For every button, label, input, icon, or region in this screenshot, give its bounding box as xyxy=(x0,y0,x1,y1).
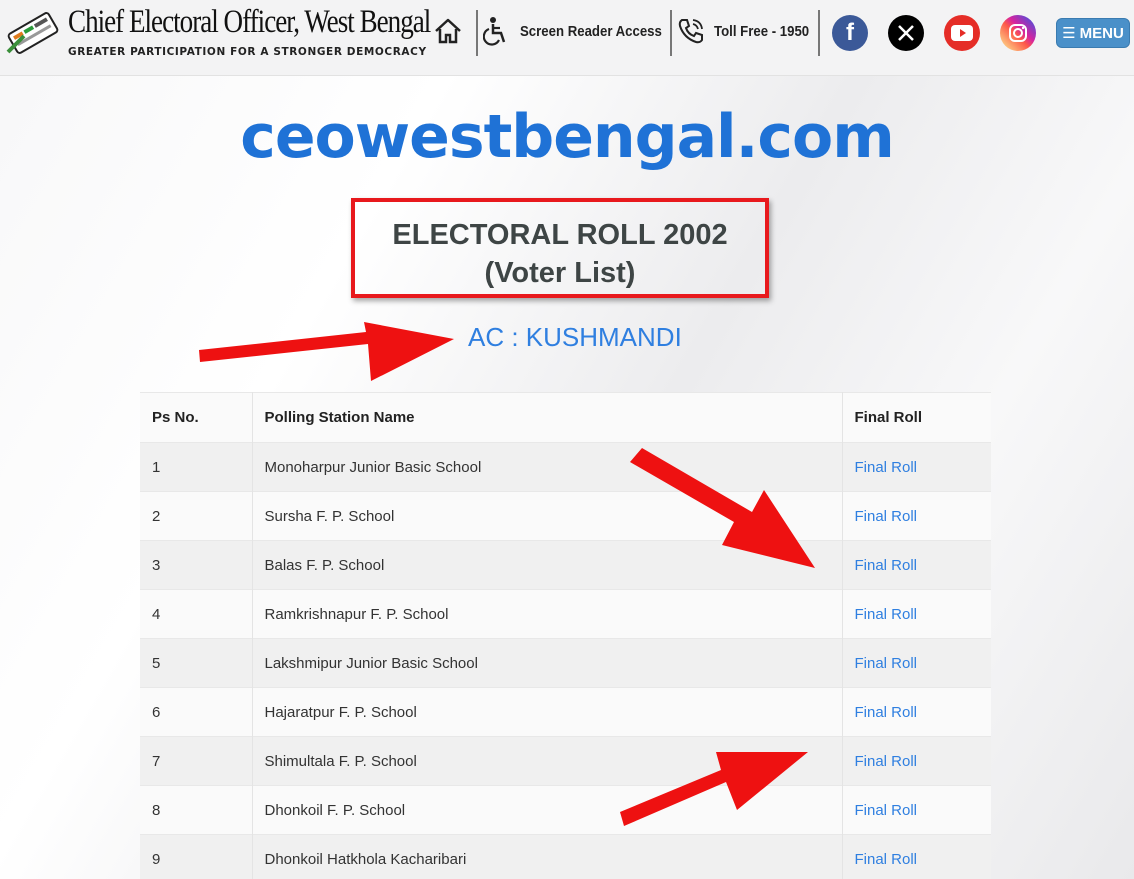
column-header-station-name: Polling Station Name xyxy=(251,392,843,443)
final-roll-link[interactable]: Final Roll xyxy=(855,655,918,672)
electoral-roll-title-box: ELECTORAL ROLL 2002 (Voter List) xyxy=(351,198,769,298)
final-roll-link[interactable]: Final Roll xyxy=(855,802,918,819)
table-row: 6 Hajaratpur F. P. School Final Roll xyxy=(140,687,991,737)
polling-station-name: Shimultala F. P. School xyxy=(251,736,843,786)
screen-reader-link[interactable]: Screen Reader Access xyxy=(520,23,662,40)
site-tagline: GREATER PARTICIPATION FOR A STRONGER DEM… xyxy=(68,46,427,58)
header-divider xyxy=(818,10,820,56)
final-roll-link[interactable]: Final Roll xyxy=(855,557,918,574)
polling-station-name: Lakshmipur Junior Basic School xyxy=(251,638,843,688)
youtube-icon[interactable] xyxy=(944,15,980,51)
table-row: 4 Ramkrishnapur F. P. School Final Roll xyxy=(140,589,991,639)
evm-logo-icon[interactable] xyxy=(4,8,62,58)
menu-button[interactable]: ☰ MENU xyxy=(1056,18,1130,48)
column-header-final-roll: Final Roll xyxy=(842,392,991,443)
table-row: 7 Shimultala F. P. School Final Roll xyxy=(140,736,991,786)
final-roll-link[interactable]: Final Roll xyxy=(855,508,918,525)
polling-station-name: Sursha F. P. School xyxy=(251,491,843,541)
roll-subtitle: (Voter List) xyxy=(484,257,636,289)
table-row: 8 Dhonkoil F. P. School Final Roll xyxy=(140,785,991,835)
final-roll-link[interactable]: Final Roll xyxy=(855,459,918,476)
ps-number: 6 xyxy=(152,703,161,721)
table-row: 2 Sursha F. P. School Final Roll xyxy=(140,491,991,541)
table-row: 5 Lakshmipur Junior Basic School Final R… xyxy=(140,638,991,688)
final-roll-link[interactable]: Final Roll xyxy=(855,753,918,770)
table-row: 1 Monoharpur Junior Basic School Final R… xyxy=(140,442,991,492)
red-arrow-icon xyxy=(199,322,454,381)
home-icon[interactable] xyxy=(433,16,463,46)
site-name-heading: ceowestbengal.com xyxy=(240,102,894,172)
ps-number: 5 xyxy=(152,654,161,672)
polling-station-table: Ps No. Polling Station Name Final Roll 1… xyxy=(140,392,991,879)
polling-station-name: Dhonkoil F. P. School xyxy=(251,785,843,835)
table-header-row: Ps No. Polling Station Name Final Roll xyxy=(140,392,991,443)
ps-number: 9 xyxy=(152,850,161,868)
polling-station-name: Balas F. P. School xyxy=(251,540,843,590)
final-roll-link[interactable]: Final Roll xyxy=(855,851,918,868)
ps-number: 4 xyxy=(152,605,161,623)
table-row: 9 Dhonkoil Hatkhola Kacharibari Final Ro… xyxy=(140,834,991,879)
polling-station-name: Ramkrishnapur F. P. School xyxy=(251,589,843,639)
column-header-ps-no: Ps No. xyxy=(140,392,252,443)
hamburger-icon: ☰ xyxy=(1062,25,1076,42)
roll-title: ELECTORAL ROLL 2002 xyxy=(392,219,728,251)
final-roll-link[interactable]: Final Roll xyxy=(855,606,918,623)
assembly-constituency-label: AC : KUSHMANDI xyxy=(468,322,682,352)
toll-free-number[interactable]: Toll Free - 1950 xyxy=(714,23,809,40)
polling-station-name: Dhonkoil Hatkhola Kacharibari xyxy=(251,834,843,879)
top-header: Chief Electoral Officer, West Bengal GRE… xyxy=(0,0,1134,76)
polling-station-name: Hajaratpur F. P. School xyxy=(251,687,843,737)
final-roll-link[interactable]: Final Roll xyxy=(855,704,918,721)
facebook-icon[interactable]: f xyxy=(832,15,868,51)
ps-number: 2 xyxy=(152,507,161,525)
menu-label: MENU xyxy=(1079,24,1124,42)
ps-number: 8 xyxy=(152,801,161,819)
ps-number: 3 xyxy=(152,556,161,574)
polling-station-name: Monoharpur Junior Basic School xyxy=(251,442,843,492)
phone-icon[interactable] xyxy=(676,16,706,46)
site-title[interactable]: Chief Electoral Officer, West Bengal xyxy=(68,4,431,41)
instagram-icon[interactable] xyxy=(1000,15,1036,51)
table-row: 3 Balas F. P. School Final Roll xyxy=(140,540,991,590)
x-icon[interactable] xyxy=(888,15,924,51)
header-divider xyxy=(670,10,672,56)
ps-number: 7 xyxy=(152,752,161,770)
ps-number: 1 xyxy=(152,458,161,476)
header-divider xyxy=(476,10,478,56)
accessibility-icon[interactable] xyxy=(483,16,511,46)
